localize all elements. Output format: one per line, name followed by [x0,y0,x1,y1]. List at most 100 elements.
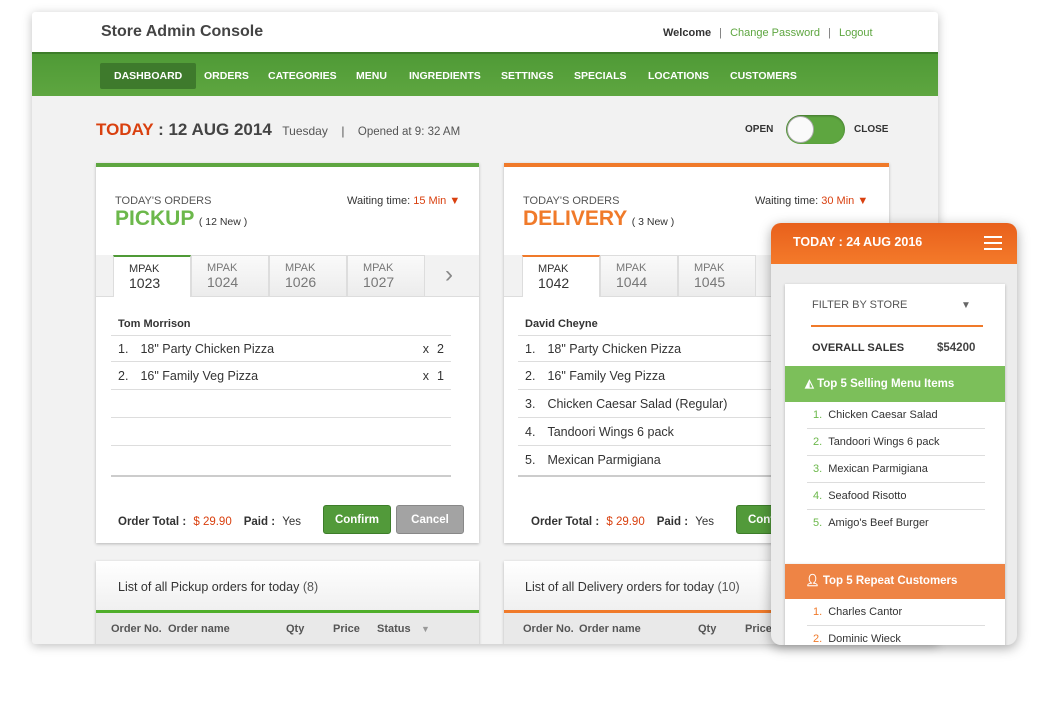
separator: | [719,27,723,39]
customer-name: Tom Morrison [118,318,191,330]
list-count: (8) [302,580,319,594]
order-tab[interactable]: MPAK 1024 [191,255,269,297]
column-header[interactable]: Price [333,623,360,635]
order-item: 1. 18" Party Chicken Pizza x 2 [111,335,451,362]
total-label: Order Total : [531,516,600,528]
header: Store Admin Console Welcome | Change Pas… [32,12,938,52]
list-item: 2. Dominic Wieck [813,633,901,645]
paid-label: Paid : [656,516,689,528]
dropdown-arrow-icon[interactable]: ▼ [961,300,971,311]
nav-settings[interactable]: SETTINGS [487,63,568,89]
order-tab[interactable]: MPAK 1045 [678,255,756,297]
card-subtitle: TODAY'S ORDERS [523,195,620,207]
main-nav: DASHBOARD ORDERS CATEGORIES MENU INGREDI… [32,52,938,96]
total-label: Order Total : [118,516,187,528]
cancel-button[interactable]: Cancel [396,505,464,534]
order-item: 2. 16" Family Veg Pizza x 1 [111,363,451,390]
nav-customers[interactable]: CUSTOMERS [716,63,811,89]
order-tab[interactable]: MPAK 1042 [522,255,600,297]
order-tab[interactable]: MPAK 1044 [600,255,678,297]
nav-ingredients[interactable]: INGREDIENTS [395,63,495,89]
order-tabs: MPAK 1023 MPAK 1024 MPAK 1026 MPAK 1027 › [96,255,479,297]
nav-orders[interactable]: ORDERS [190,63,263,89]
nav-menu[interactable]: MENU [342,63,401,89]
order-total: $ 29.90 [606,516,645,528]
nav-categories[interactable]: CATEGORIES [254,63,351,89]
delivery-title: DELIVERY [523,207,628,230]
list-item: 2. Tandoori Wings 6 pack [807,429,985,456]
user-icon: 👤︎ [805,575,820,587]
waiting-time-dropdown[interactable]: 30 Min ▼ [821,195,868,207]
chevron-right-icon[interactable]: › [445,261,453,289]
list-title: List of all Pickup orders for today [118,580,300,594]
logout-link[interactable]: Logout [839,27,873,39]
mobile-date: TODAY : 24 AUG 2016 [793,235,923,249]
list-item: 5. Amigo's Beef Burger [813,517,929,529]
column-header[interactable]: Price [745,623,772,635]
column-header[interactable]: Qty [286,623,304,635]
divider [811,325,983,327]
waiting-label: Waiting time: [347,195,411,207]
open-close-toggle[interactable] [786,115,845,144]
column-header[interactable]: Order No. [523,623,574,635]
nav-locations[interactable]: LOCATIONS [634,63,723,89]
sales-card: FILTER BY STORE ▼ OVERALL SALES $54200 ◭… [785,284,1005,564]
change-password-link[interactable]: Change Password [730,27,820,39]
customers-card: 👤︎ Top 5 Repeat Customers 1. Charles Cant… [785,564,1005,645]
welcome-text: Welcome [663,27,712,39]
divider [96,610,479,613]
list-item: 1. Charles Cantor [807,599,985,626]
new-count: ( 12 New ) [198,216,248,228]
today-date: : 12 AUG 2014 [158,120,272,139]
separator: | [828,27,831,39]
column-header[interactable]: Order No. [111,623,162,635]
order-items: 1. 18" Party Chicken Pizza x 2 2. 16" Family… [111,335,451,478]
list-title: List of all Delivery orders for today [525,580,714,594]
column-header[interactable]: Order name [168,623,230,635]
separator: | [341,124,345,138]
opened-time: Opened at 9: 32 AM [357,126,461,138]
list-item: 1. Chicken Caesar Salad [807,402,985,429]
pickup-title: PICKUP [115,207,195,230]
paid-label: Paid : [243,516,276,528]
column-header[interactable]: Status [377,623,411,635]
overall-sales-label: OVERALL SALES [812,342,905,354]
nav-specials[interactable]: SPECIALS [560,63,641,89]
filter-by-store-select[interactable]: FILTER BY STORE [812,299,907,311]
day: Tuesday [282,124,328,138]
today-label: TODAY [96,120,154,139]
list-item: 4. Seafood Risotto [807,483,985,510]
close-label: CLOSE [854,124,889,135]
order-tab[interactable]: MPAK 1027 [347,255,425,297]
column-header[interactable]: Order name [579,623,641,635]
list-count: (10) [717,580,740,594]
waiting-time-dropdown[interactable]: 15 Min ▼ [413,195,460,207]
card-subtitle: TODAY'S ORDERS [115,195,212,207]
toggle-knob [787,116,814,143]
empty-row [111,391,451,418]
mobile-header: TODAY : 24 AUG 2016 [771,223,1017,264]
pickup-card: TODAY'S ORDERS PICKUP ( 12 New ) Waiting… [96,163,479,543]
customer-name: David Cheyne [525,318,598,330]
order-tab[interactable]: MPAK 1026 [269,255,347,297]
hamburger-menu-icon[interactable] [984,236,1002,250]
nav-dashboard[interactable]: DASHBOARD [100,63,197,89]
pickup-orders-list: List of all Pickup orders for today (8) … [96,561,479,644]
waiting-label: Waiting time: [755,195,819,207]
column-header[interactable]: Qty [698,623,716,635]
app-title: Store Admin Console [101,23,264,40]
top-items-header: ◭ Top 5 Selling Menu Items [785,366,1005,402]
new-count: ( 3 New ) [631,216,675,228]
list-item: 3. Mexican Parmigiana [807,456,985,483]
paid-status: Yes [282,516,302,528]
paid-status: Yes [695,516,715,528]
empty-row [111,447,451,477]
open-label: OPEN [745,124,774,135]
empty-row [111,419,451,446]
date-bar: TODAY : 12 AUG 2014 Tuesday | Opened at … [96,120,460,140]
order-tab[interactable]: MPAK 1023 [113,255,191,297]
confirm-button[interactable]: Confirm [323,505,391,534]
pizza-icon: ◭ [805,378,814,390]
overall-sales-value: $54200 [937,342,976,354]
sort-down-icon[interactable]: ▼ [421,624,430,634]
